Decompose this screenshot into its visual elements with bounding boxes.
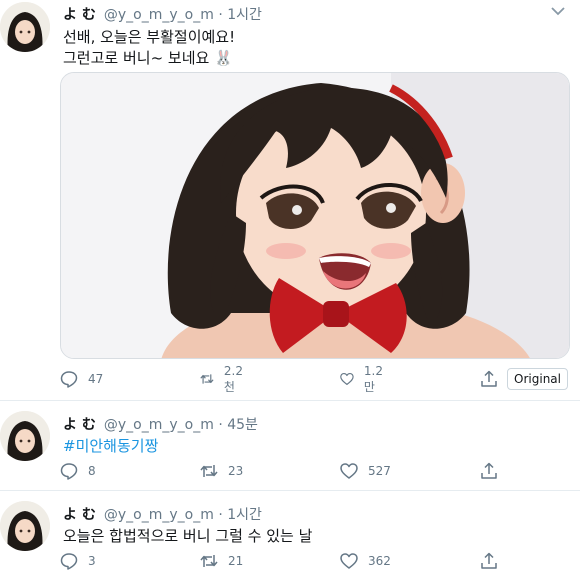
like-count: 527 — [368, 464, 391, 478]
share-button[interactable] — [480, 460, 498, 482]
retweet-count: 2.2천 — [223, 363, 243, 394]
tweet-text-line-content: 그런고로 버니~ 보네요 — [63, 49, 210, 67]
like-count: 362 — [368, 554, 391, 568]
reply-button[interactable]: 47 — [60, 368, 103, 390]
share-button[interactable] — [480, 550, 498, 572]
avatar[interactable] — [0, 411, 50, 461]
reply-button[interactable]: 3 — [60, 550, 96, 572]
tweet-text-line: 그런고로 버니~ 보네요 🐰 — [63, 48, 235, 69]
retweet-button[interactable]: 23 — [200, 460, 243, 482]
reply-button[interactable]: 8 — [60, 460, 96, 482]
separator-dot: · — [218, 7, 223, 23]
avatar-icon — [0, 501, 50, 551]
retweet-icon — [200, 465, 218, 477]
like-button[interactable]: 527 — [340, 460, 391, 482]
tweet-header: よ む @y_o_m_y_o_m · 1시간 — [63, 504, 262, 524]
avatar-icon — [0, 2, 50, 52]
avatar[interactable] — [0, 501, 50, 551]
tweet-text: 선배, 오늘은 부활절이예요! 그런고로 버니~ 보네요 🐰 — [63, 27, 235, 69]
anime-girl-illustration — [61, 73, 569, 358]
retweet-count: 23 — [228, 464, 244, 478]
reply-count: 3 — [88, 554, 96, 568]
retweet-button[interactable]: 21 — [200, 550, 243, 572]
user-handle[interactable]: @y_o_m_y_o_m — [104, 417, 214, 433]
avatar-icon — [0, 411, 50, 461]
retweet-count: 21 — [228, 554, 244, 568]
tweet-header: よ む @y_o_m_y_o_m · 45분 — [63, 414, 258, 434]
display-name[interactable]: よ む — [63, 7, 96, 23]
display-name[interactable]: よ む — [63, 507, 96, 523]
reply-count: 8 — [88, 464, 96, 478]
timestamp[interactable]: 45분 — [227, 417, 258, 433]
share-button[interactable] — [480, 368, 498, 390]
like-icon — [340, 463, 358, 479]
reply-count: 47 — [88, 372, 104, 386]
share-icon — [481, 462, 497, 479]
like-button[interactable]: 1.2만 — [340, 364, 387, 394]
like-icon — [340, 553, 358, 569]
like-count: 1.2만 — [363, 363, 383, 394]
like-icon — [340, 373, 354, 385]
timestamp[interactable]: 1시간 — [227, 7, 262, 23]
user-handle[interactable]: @y_o_m_y_o_m — [104, 507, 214, 523]
hashtag-link[interactable]: #미안해동기짱 — [63, 437, 158, 455]
tweet-text: 오늘은 합법적으로 버니 그럴 수 있는 날 — [63, 527, 313, 545]
retweet-icon — [200, 374, 214, 384]
share-icon — [481, 370, 497, 387]
chevron-down-icon[interactable] — [550, 6, 566, 16]
timestamp[interactable]: 1시간 — [227, 507, 262, 523]
tweet-text: #미안해동기짱 — [63, 436, 158, 457]
retweet-button[interactable]: 2.2천 — [200, 364, 247, 394]
like-button[interactable]: 362 — [340, 550, 391, 572]
original-button[interactable]: Original — [507, 368, 568, 390]
reply-icon — [60, 553, 78, 570]
tweet-media-image[interactable] — [60, 72, 570, 359]
avatar[interactable] — [0, 2, 50, 52]
share-icon — [481, 552, 497, 569]
reply-icon — [60, 463, 78, 480]
rabbit-emoji: 🐰 — [214, 49, 233, 67]
reply-icon — [60, 371, 78, 388]
display-name[interactable]: よ む — [63, 417, 96, 433]
separator-dot: · — [218, 417, 223, 433]
retweet-icon — [200, 555, 218, 567]
separator-dot: · — [218, 507, 223, 523]
tweet[interactable]: よ む @y_o_m_y_o_m · 1시간 선배, 오늘은 부활절이예요! 그런… — [0, 0, 580, 400]
tweet-header: よ む @y_o_m_y_o_m · 1시간 — [63, 4, 262, 24]
user-handle[interactable]: @y_o_m_y_o_m — [104, 7, 214, 23]
tweet-text-line: 선배, 오늘은 부활절이예요! — [63, 28, 236, 46]
